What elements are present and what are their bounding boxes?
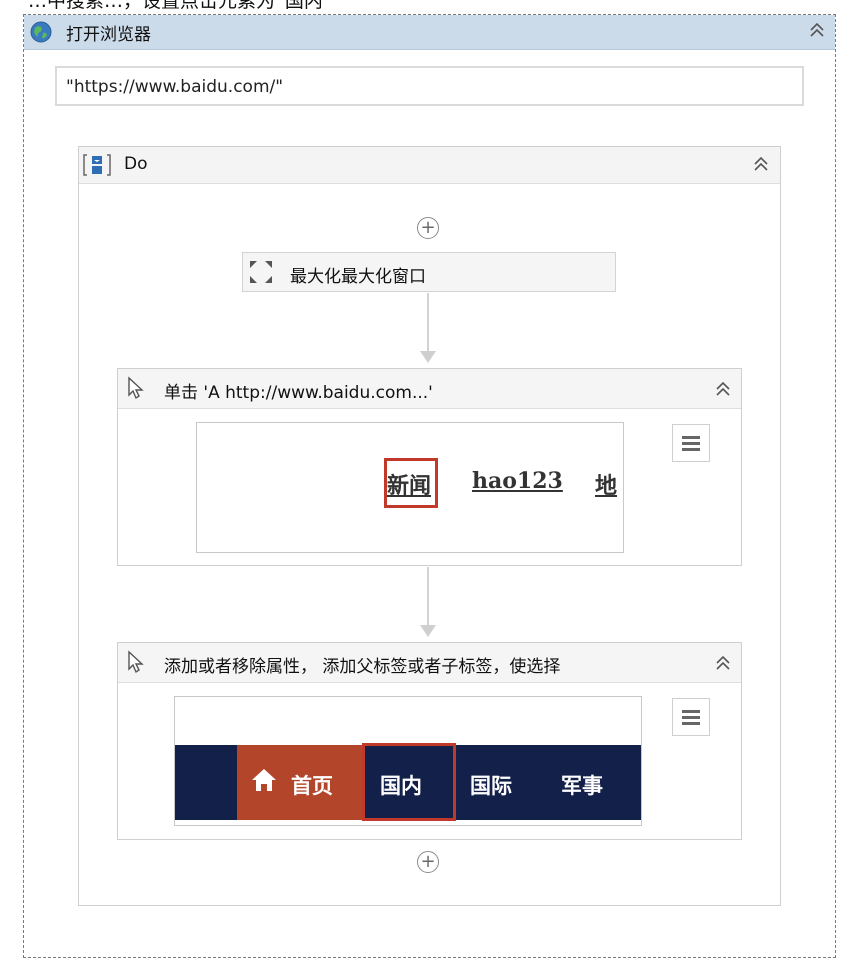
connector-line — [427, 567, 429, 627]
attribute-target-screenshot: 首页 国内 国际 军事 — [174, 696, 642, 826]
add-activity-plus-icon[interactable]: + — [417, 851, 439, 873]
partial-top-text: …中搜索…，设置点击元素为“国内” — [28, 0, 333, 12]
chevron-double-up-icon[interactable] — [808, 21, 826, 39]
connector-arrow — [420, 351, 436, 363]
cursor-icon — [126, 376, 146, 400]
hamburger-menu-icon[interactable] — [672, 698, 710, 736]
home-icon — [250, 767, 278, 793]
do-header[interactable] — [79, 147, 780, 184]
chevron-double-up-icon[interactable] — [714, 380, 732, 398]
globe-icon — [30, 21, 52, 43]
chevron-double-up-icon[interactable] — [752, 155, 770, 173]
maximize-title: 最大化最大化窗口 — [290, 267, 426, 287]
screenshot-nav-item: 国内 — [380, 774, 422, 798]
click-target-screenshot: 新闻 hao123 地 — [196, 422, 624, 553]
connector-arrow — [420, 625, 436, 637]
cursor-icon — [126, 650, 146, 674]
do-title: Do — [124, 154, 148, 174]
chevron-double-up-icon[interactable] — [714, 654, 732, 672]
open-browser-title: 打开浏览器 — [66, 25, 151, 45]
maximize-arrows-icon — [247, 258, 275, 286]
attribute-activity-title: 添加或者移除属性， 添加父标签或者子标签，使选择 — [164, 657, 561, 677]
screenshot-nav-home-label: 首页 — [291, 774, 333, 798]
screenshot-link-map: 地 — [595, 473, 618, 499]
screenshot-link-hao123: hao123 — [472, 468, 563, 494]
hamburger-menu-icon[interactable] — [672, 424, 710, 462]
url-input[interactable]: "https://www.baidu.com/" — [55, 66, 804, 106]
screenshot-nav-item: 军事 — [561, 774, 603, 798]
screenshot-link-news: 新闻 — [387, 473, 432, 499]
connector-line — [427, 293, 429, 353]
do-sequence-icon — [82, 153, 112, 177]
add-activity-plus-icon[interactable]: + — [417, 217, 439, 239]
screenshot-nav-item: 国际 — [470, 774, 512, 798]
click-activity-title: 单击 'A http://www.baidu.com...' — [164, 383, 433, 403]
